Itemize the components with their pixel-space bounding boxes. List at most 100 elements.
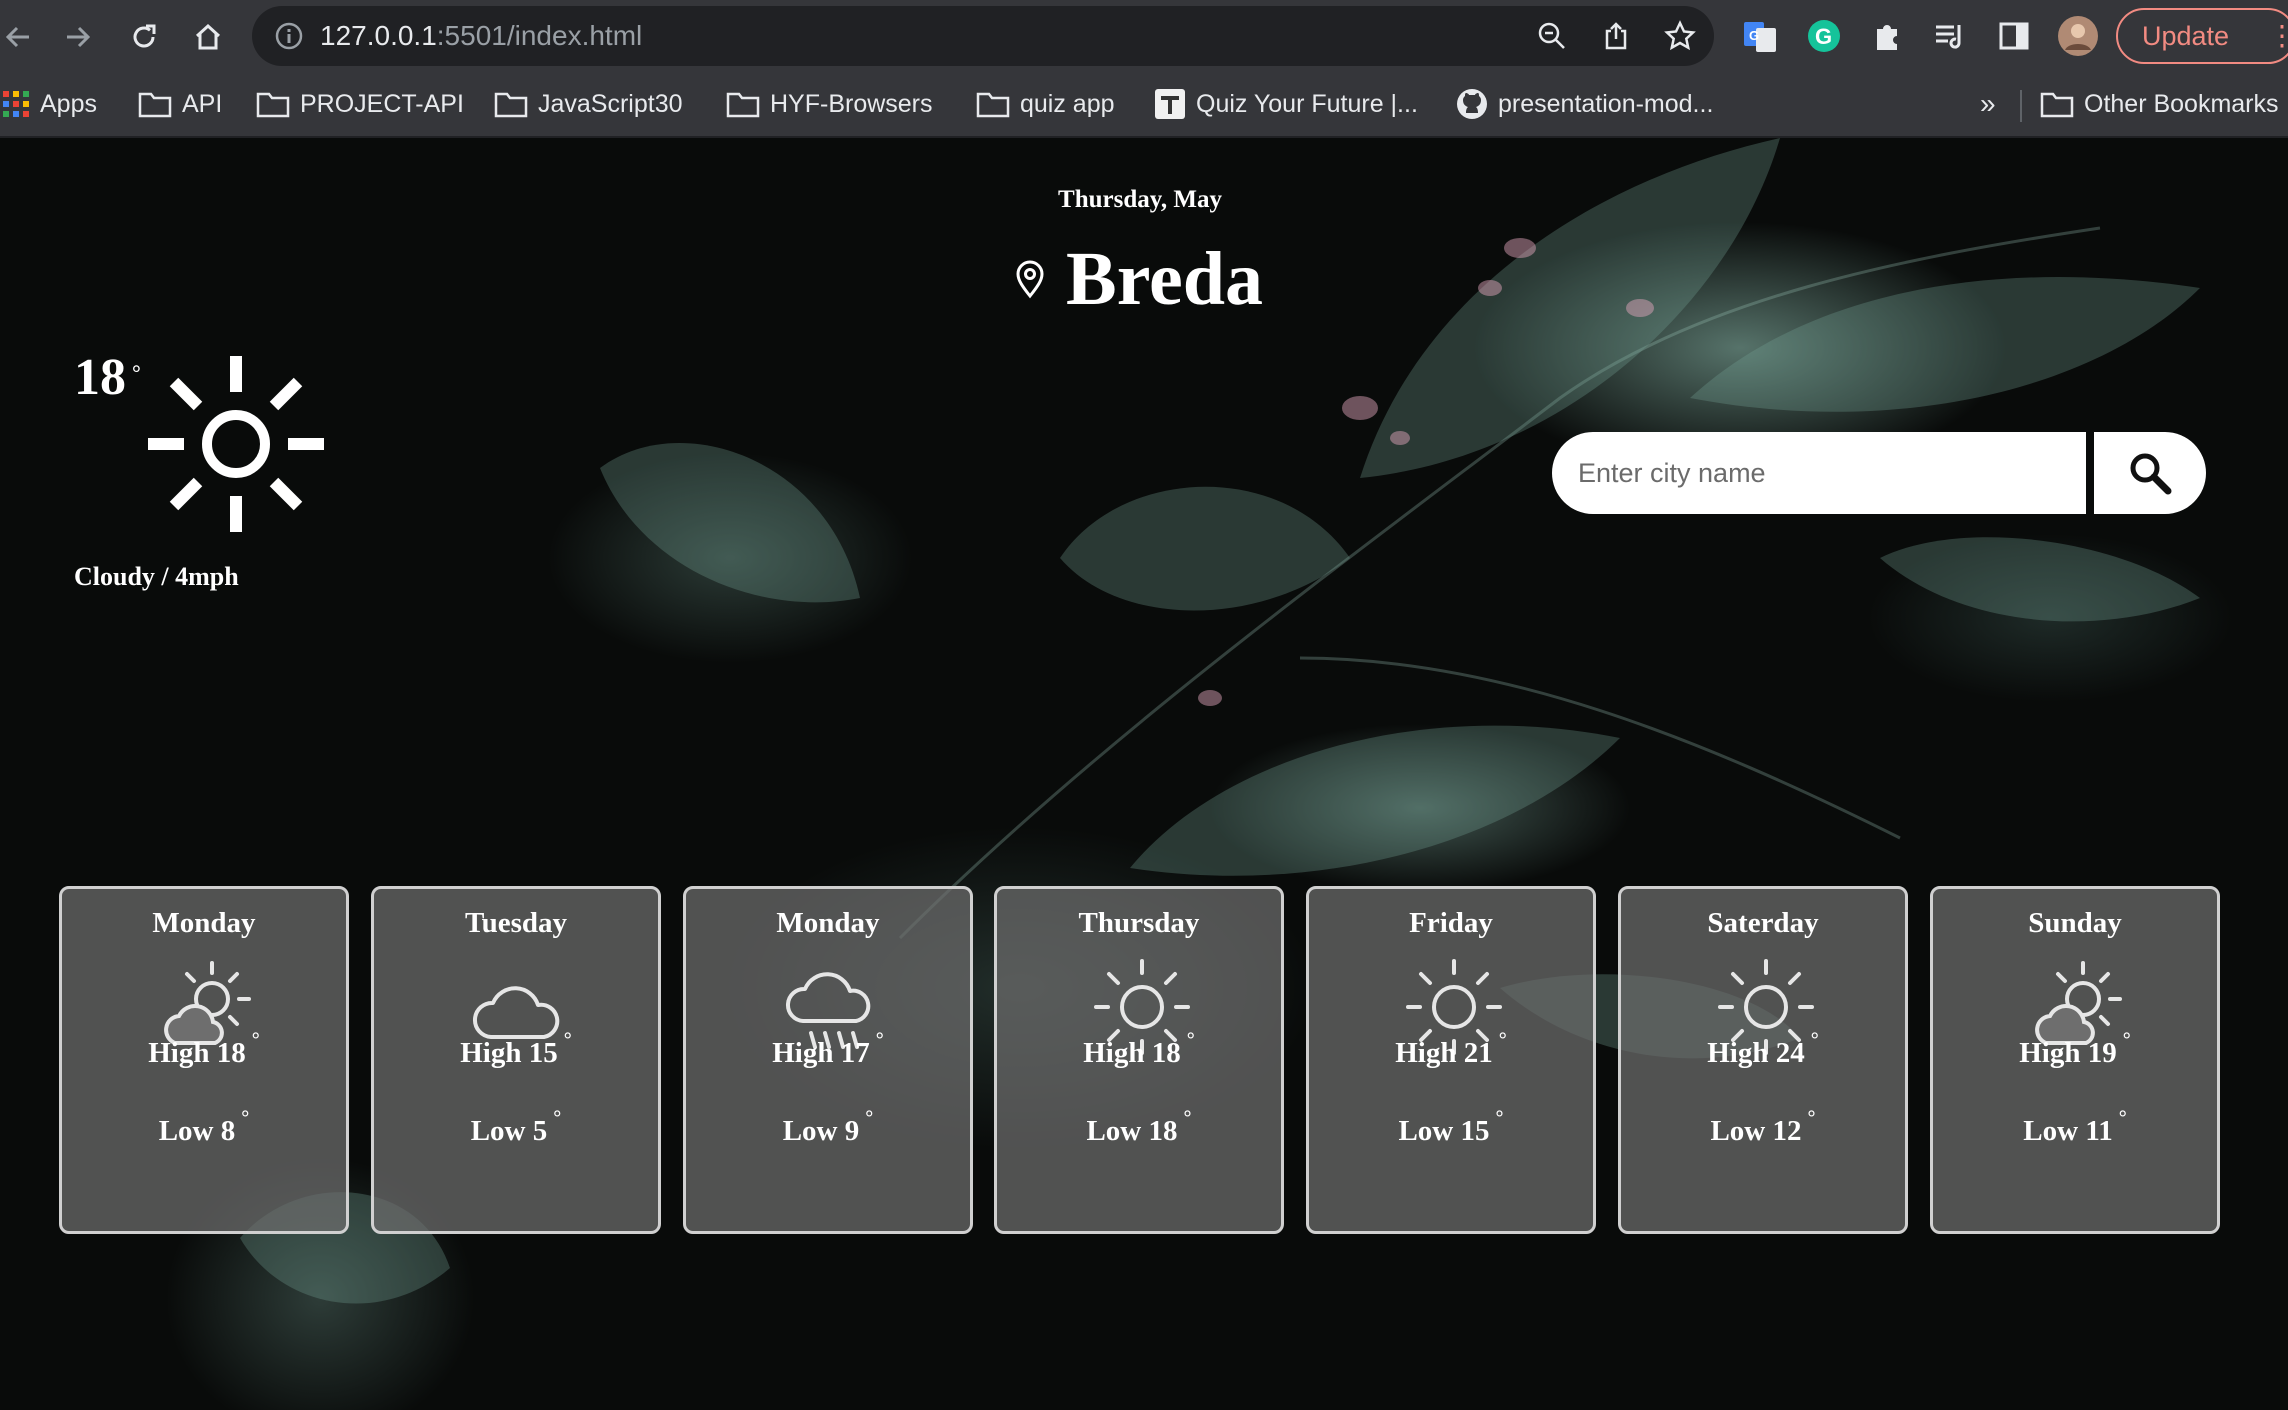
current-date: Thursday, May bbox=[1058, 186, 1222, 213]
degree-symbol: ° bbox=[865, 1107, 874, 1129]
low-value: Low 9 bbox=[782, 1115, 860, 1147]
apps-grid-icon bbox=[3, 91, 29, 117]
degree-symbol: ° bbox=[1807, 1107, 1816, 1129]
browser-toolbar: 127.0.0.1:5501/index.html G G Update ⋮ bbox=[0, 0, 2288, 74]
forecast-card: Monday High 17 ° Low 9 ° bbox=[683, 886, 973, 1234]
profile-avatar-icon[interactable] bbox=[2058, 16, 2098, 56]
city-search-input[interactable] bbox=[1552, 432, 2086, 514]
forecast-high: High 18 ° bbox=[62, 1029, 346, 1070]
low-value: Low 12 bbox=[1710, 1115, 1802, 1147]
forecast-day: Monday bbox=[152, 907, 256, 939]
location-pin-icon bbox=[1016, 260, 1044, 299]
forecast-day: Friday bbox=[1409, 907, 1493, 939]
forecast-card: Sunday High 19 ° Low 11 ° bbox=[1930, 886, 2220, 1234]
current-degree-symbol: ° bbox=[132, 360, 141, 385]
bookmark-hyf-browsers[interactable]: HYF-Browsers bbox=[726, 84, 933, 124]
bookmark-other-bookmarks[interactable]: Other Bookmarks bbox=[2040, 84, 2279, 124]
degree-symbol: ° bbox=[1495, 1107, 1504, 1129]
reading-list-icon[interactable] bbox=[1930, 16, 1970, 56]
reload-button[interactable] bbox=[120, 13, 168, 61]
forecast-card: Friday High 21 ° Low 15 ° bbox=[1306, 886, 1596, 1234]
low-value: Low 18 bbox=[1086, 1115, 1178, 1147]
folder-icon bbox=[976, 92, 1010, 118]
bookmark-label: Quiz Your Future |... bbox=[1196, 89, 1418, 118]
bookmark-apps[interactable]: Apps bbox=[2, 84, 97, 124]
bookmark-label: HYF-Browsers bbox=[770, 89, 933, 118]
low-value: Low 11 bbox=[2023, 1115, 2113, 1147]
bookmark-label: presentation-mod... bbox=[1498, 89, 1714, 118]
grammarly-icon[interactable]: G bbox=[1804, 16, 1844, 56]
bookmarks-overflow-button[interactable]: » bbox=[1980, 88, 1996, 120]
home-button[interactable] bbox=[184, 13, 232, 61]
high-value: High 24 bbox=[1707, 1037, 1805, 1069]
update-button[interactable]: Update ⋮ bbox=[2116, 8, 2288, 64]
bookmark-presentation[interactable]: presentation-mod... bbox=[1456, 84, 1713, 124]
folder-icon bbox=[138, 92, 172, 118]
reload-icon bbox=[133, 24, 156, 48]
current-sun-icon bbox=[146, 354, 326, 534]
low-value: Low 15 bbox=[1398, 1115, 1490, 1147]
bookmark-quiz-app[interactable]: quiz app bbox=[976, 84, 1115, 124]
forecast-high: High 19 ° bbox=[1933, 1029, 2217, 1070]
forecast-day: Sunday bbox=[2028, 907, 2122, 939]
side-panel-icon[interactable] bbox=[1994, 16, 2034, 56]
back-arrow-icon bbox=[5, 26, 29, 48]
forecast-day: Saterday bbox=[1707, 907, 1819, 939]
bookmark-project-api[interactable]: PROJECT-API bbox=[256, 84, 464, 124]
high-value: High 18 bbox=[148, 1037, 246, 1069]
search-button[interactable] bbox=[2094, 432, 2206, 514]
forecast-high: High 21 ° bbox=[1309, 1029, 1593, 1070]
folder-icon bbox=[726, 92, 760, 118]
folder-icon bbox=[256, 92, 290, 118]
city-name: Breda bbox=[1066, 236, 1264, 321]
bookmarks-bar: Apps API PROJECT-API JavaScript30 HYF-Br… bbox=[0, 74, 2288, 138]
low-value: Low 8 bbox=[158, 1115, 236, 1147]
degree-symbol: ° bbox=[251, 1029, 260, 1051]
forecast-low: Low 11 ° bbox=[1933, 1107, 2217, 1148]
high-value: High 18 bbox=[1083, 1037, 1181, 1069]
current-conditions: Cloudy / 4mph bbox=[74, 562, 239, 591]
high-value: High 21 bbox=[1395, 1037, 1493, 1069]
url-path: :5501/index.html bbox=[436, 20, 643, 51]
github-icon bbox=[1457, 89, 1487, 119]
location-heading: Breda bbox=[1012, 234, 1263, 324]
folder-icon bbox=[494, 92, 528, 118]
url-host: 127.0.0.1 bbox=[320, 20, 437, 51]
back-button[interactable] bbox=[0, 13, 42, 61]
high-value: High 15 bbox=[460, 1037, 558, 1069]
bookmark-label: Other Bookmarks bbox=[2084, 89, 2279, 118]
address-bar[interactable]: 127.0.0.1:5501/index.html bbox=[252, 6, 1714, 66]
google-translate-icon[interactable]: G bbox=[1740, 16, 1780, 56]
current-temperature: 18 bbox=[74, 349, 126, 406]
forecast-low: Low 9 ° bbox=[686, 1107, 970, 1148]
degree-symbol: ° bbox=[2118, 1107, 2127, 1129]
forecast-day: Monday bbox=[776, 907, 880, 939]
forward-button[interactable] bbox=[54, 13, 102, 61]
degree-symbol: ° bbox=[2122, 1029, 2131, 1051]
share-icon[interactable] bbox=[1598, 18, 1634, 54]
forecast-high: High 18 ° bbox=[997, 1029, 1281, 1070]
site-info-icon[interactable] bbox=[272, 19, 306, 53]
forecast-low: Low 5 ° bbox=[374, 1107, 658, 1148]
bookmark-label: JavaScript30 bbox=[538, 89, 683, 118]
bookmark-star-icon[interactable] bbox=[1662, 18, 1698, 54]
home-icon bbox=[195, 23, 221, 50]
svg-text:G: G bbox=[1749, 28, 1759, 43]
forward-arrow-icon bbox=[67, 26, 91, 48]
bookmark-javascript30[interactable]: JavaScript30 bbox=[494, 84, 683, 124]
bookmark-quiz-your-future[interactable]: Quiz Your Future |... bbox=[1154, 84, 1418, 124]
forecast-card: Thursday High 18 ° Low 18 ° bbox=[994, 886, 1284, 1234]
zoom-icon[interactable] bbox=[1534, 18, 1570, 54]
url-text[interactable]: 127.0.0.1:5501/index.html bbox=[320, 19, 642, 53]
bookmark-api[interactable]: API bbox=[138, 84, 222, 124]
forecast-card: Monday High 18 ° Low 8 ° bbox=[59, 886, 349, 1234]
bookmark-label: quiz app bbox=[1020, 89, 1115, 118]
high-value: High 17 bbox=[772, 1037, 870, 1069]
degree-symbol: ° bbox=[1498, 1029, 1507, 1051]
degree-symbol: ° bbox=[1810, 1029, 1819, 1051]
forecast-low: Low 12 ° bbox=[1621, 1107, 1905, 1148]
forecast-card: Tuesday High 15 ° Low 5 ° bbox=[371, 886, 661, 1234]
forecast-low: Low 15 ° bbox=[1309, 1107, 1593, 1148]
extensions-puzzle-icon[interactable] bbox=[1868, 16, 1908, 56]
menu-kebab-icon[interactable]: ⋮ bbox=[2268, 10, 2288, 62]
